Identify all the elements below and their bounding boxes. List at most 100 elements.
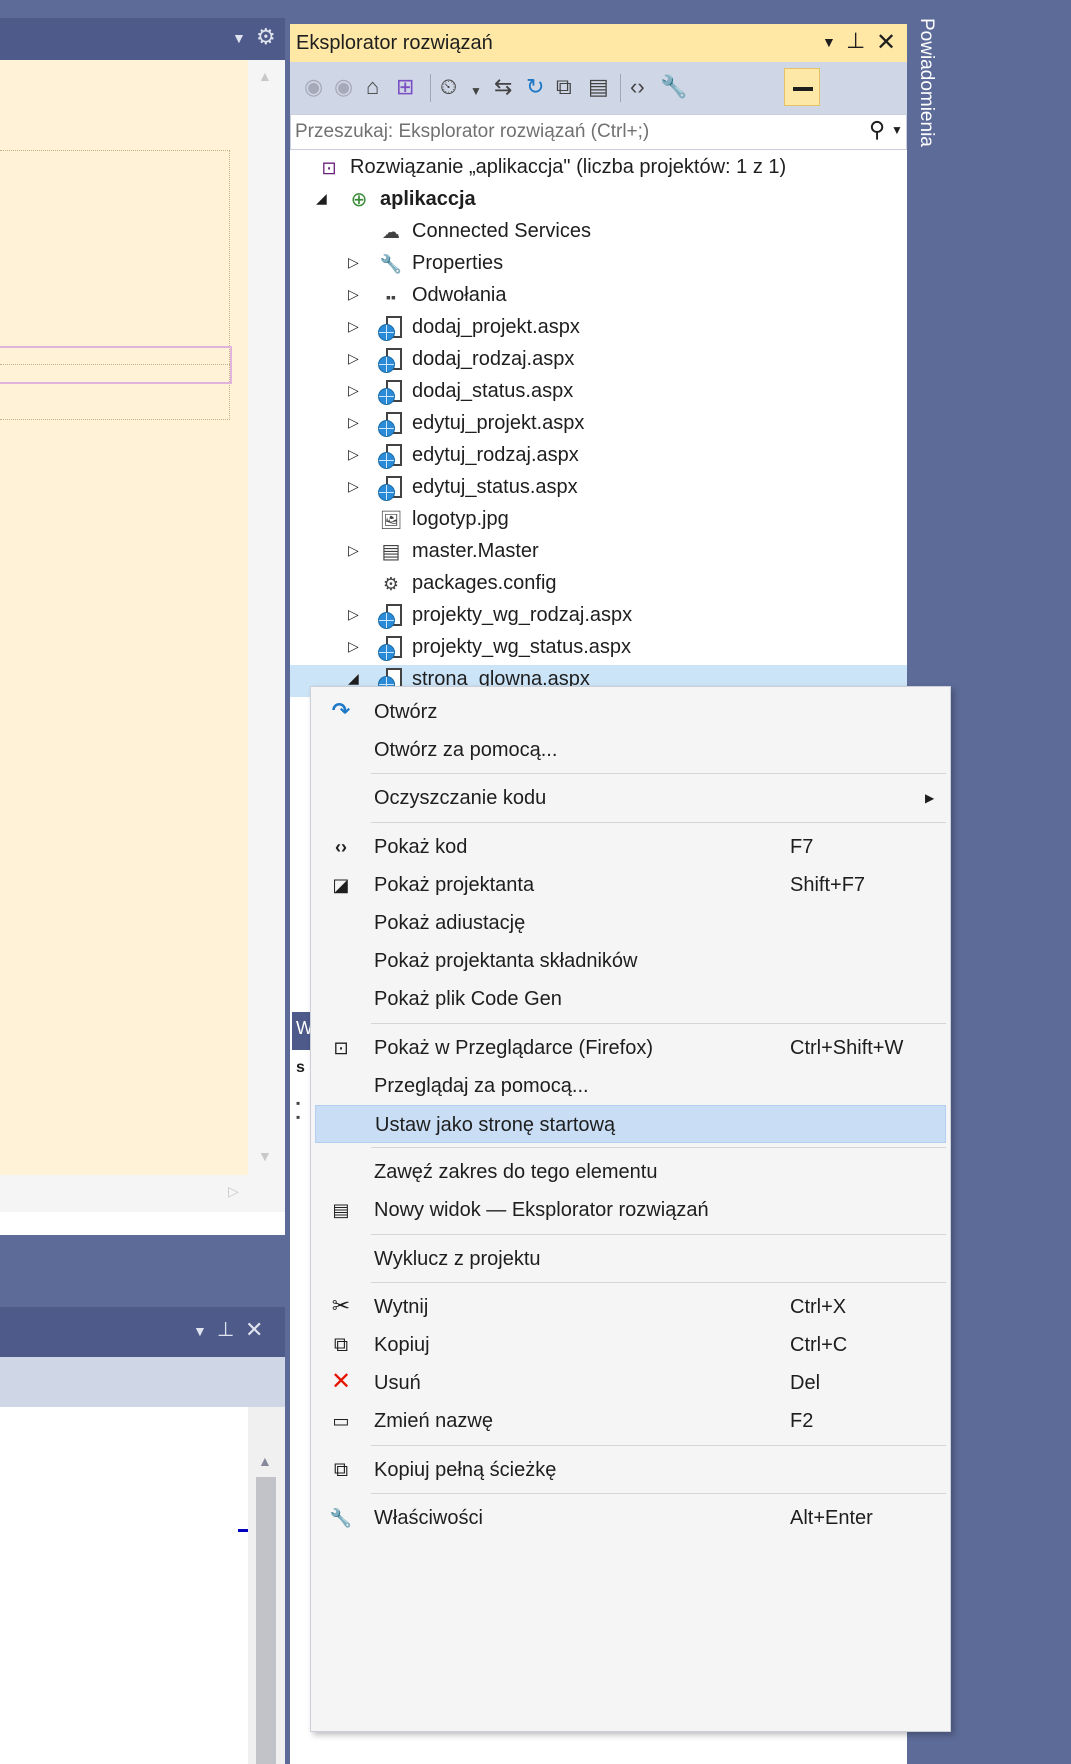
collapsed-arrow-icon[interactable]: ▷ <box>348 286 359 303</box>
menu-item[interactable]: Otwórz za pomocą... <box>315 731 946 769</box>
tree-node[interactable]: ▷ projekty_wg_rodzaj.aspx <box>290 601 907 633</box>
aspx-file-icon <box>378 443 404 469</box>
tree-node-label: edytuj_rodzaj.aspx <box>412 444 579 466</box>
tree-node[interactable]: ☁ Connected Services <box>290 217 907 249</box>
expanded-arrow-icon[interactable]: ◢ <box>316 190 327 207</box>
dropdown-arrow-icon[interactable]: ▼ <box>232 30 246 46</box>
tree-node[interactable]: ▷ dodaj_rodzaj.aspx <box>290 345 907 377</box>
designer-vertical-scrollbar[interactable]: ▲ ▼ <box>248 60 285 1175</box>
menu-item[interactable]: Pokaż plik Code Gen <box>315 980 946 1018</box>
menu-item[interactable]: ⧉ Kopiuj pełną ścieżkę <box>315 1451 946 1489</box>
switch-views-icon[interactable]: ⊞ <box>396 72 414 102</box>
menu-item[interactable]: Przeglądaj za pomocą... <box>315 1067 946 1105</box>
scrollbar-thumb[interactable] <box>256 1477 276 1764</box>
menu-item[interactable]: Pokaż projektanta składników <box>315 942 946 980</box>
dropdown-arrow-icon[interactable]: ▼ <box>822 34 836 50</box>
menu-separator <box>371 1022 946 1024</box>
collapsed-arrow-icon[interactable]: ▷ <box>348 478 359 495</box>
designer-surface[interactable] <box>0 60 248 1175</box>
scissors-icon: ✂ <box>331 1292 351 1318</box>
scroll-up-arrow-icon[interactable]: ▲ <box>258 68 272 84</box>
menu-item[interactable]: ↷ Otwórz <box>315 693 946 731</box>
expanded-arrow-icon[interactable]: ◢ <box>348 670 359 687</box>
pin-icon[interactable]: ⊥ <box>846 28 865 54</box>
menu-item[interactable]: Pokaż adiustację <box>315 904 946 942</box>
pin-icon[interactable]: ⊥ <box>217 1317 234 1342</box>
tree-node[interactable]: 🖼 logotyp.jpg <box>290 505 907 537</box>
bottom-panel-scrollbar[interactable]: ▲ <box>248 1407 285 1764</box>
scroll-down-arrow-icon[interactable]: ▼ <box>258 1148 272 1164</box>
tree-node-label: Rozwiązanie „aplikaccja" (liczba projekt… <box>350 156 787 178</box>
refresh-icon[interactable]: ↻ <box>526 72 544 102</box>
collapsed-arrow-icon[interactable]: ▷ <box>348 318 359 335</box>
collapsed-arrow-icon[interactable]: ▷ <box>348 350 359 367</box>
tree-node[interactable]: ▷ ▤ master.Master <box>290 537 907 569</box>
search-icon[interactable]: ⚲ <box>869 117 885 143</box>
new-view-icon: ▤ <box>332 1200 350 1221</box>
designer-panel: ▼ ⚙ ▲ ▼ ▷ ▼ ⊥ ✕ ▲ <box>0 0 285 1764</box>
forward-icon[interactable]: ◉ <box>334 72 353 102</box>
tree-node-label: Properties <box>412 252 504 274</box>
wrench-icon[interactable]: 🔧 <box>660 72 687 102</box>
tree-node[interactable]: ◢ ⊕ aplikaccja <box>290 185 907 217</box>
tree-node[interactable]: ⚙ packages.config <box>290 569 907 601</box>
search-options-arrow-icon[interactable]: ▼ <box>891 123 903 137</box>
connected-services-icon: ☁ <box>382 222 400 242</box>
gear-icon[interactable]: ⚙ <box>256 24 276 50</box>
menu-item-label: Pokaż kod <box>374 835 468 858</box>
menu-item[interactable]: ◪ Pokaż projektanta Shift+F7 <box>315 866 946 904</box>
scroll-right-arrow-icon[interactable]: ▷ <box>228 1183 239 1200</box>
dropdown-arrow-icon[interactable]: ▼ <box>193 1323 207 1339</box>
collapsed-arrow-icon[interactable]: ▷ <box>348 254 359 271</box>
pending-changes-filter-icon[interactable]: ⏲ <box>440 72 457 102</box>
close-icon[interactable]: ✕ <box>876 28 896 57</box>
menu-item[interactable]: Wyklucz z projektu <box>315 1240 946 1278</box>
scroll-up-arrow-icon[interactable]: ▲ <box>258 1453 272 1469</box>
search-input[interactable] <box>295 119 835 145</box>
menu-item[interactable]: ▭ Zmień nazwę F2 <box>315 1402 946 1440</box>
menu-item[interactable]: ‹› Pokaż kod F7 <box>315 828 946 866</box>
tree-node[interactable]: ▷ dodaj_projekt.aspx <box>290 313 907 345</box>
menu-item[interactable]: ✂ Wytnij Ctrl+X <box>315 1288 946 1326</box>
designer-titlebar: ▼ ⚙ <box>0 18 285 60</box>
menu-item[interactable]: Oczyszczanie kodu ▶ <box>315 779 946 817</box>
tree-node[interactable]: ▷ edytuj_status.aspx <box>290 473 907 505</box>
solution-explorer-search[interactable]: ⚲ ▼ <box>290 114 907 150</box>
view-code-icon[interactable]: ‹› <box>630 72 645 102</box>
menu-item[interactable]: Zawęź zakres do tego elementu <box>315 1153 946 1191</box>
tree-node[interactable]: ▷ edytuj_projekt.aspx <box>290 409 907 441</box>
tree-node[interactable]: ▷ dodaj_status.aspx <box>290 377 907 409</box>
menu-item[interactable]: ✕ Usuń Del <box>315 1364 946 1402</box>
collapse-all-icon[interactable]: ⧉ <box>556 72 572 102</box>
menu-item[interactable]: 🔧 Właściwości Alt+Enter <box>315 1499 946 1537</box>
home-icon[interactable]: ⌂ <box>366 72 379 102</box>
sync-with-document-icon[interactable]: ⇆ <box>494 72 512 102</box>
menu-item[interactable]: Ustaw jako stronę startową <box>315 1105 946 1143</box>
tree-node[interactable]: ▷ ▪▪ Odwołania <box>290 281 907 313</box>
tree-node[interactable]: ▷ 🔧 Properties <box>290 249 907 281</box>
show-all-files-icon[interactable]: ▤ <box>588 72 609 102</box>
menu-item-shortcut: Ctrl+X <box>790 1295 847 1318</box>
preview-selected-items-icon[interactable] <box>784 68 820 106</box>
menu-item[interactable]: ⊡ Pokaż w Przeglądarce (Firefox) Ctrl+Shif… <box>315 1029 946 1067</box>
close-icon[interactable]: ✕ <box>245 1317 263 1343</box>
menu-separator <box>371 1444 946 1446</box>
designer-horizontal-scrollbar[interactable]: ▷ <box>0 1175 285 1212</box>
tree-node[interactable]: ⊡ Rozwiązanie „aplikaccja" (liczba projek… <box>290 153 907 185</box>
collapsed-arrow-icon[interactable]: ▷ <box>348 446 359 463</box>
tree-node[interactable]: ▷ edytuj_rodzaj.aspx <box>290 441 907 473</box>
menu-item[interactable]: ⧉ Kopiuj Ctrl+C <box>315 1326 946 1364</box>
collapsed-arrow-icon[interactable]: ▷ <box>348 382 359 399</box>
notifications-tab-label[interactable]: Powiadomienia <box>915 18 937 147</box>
menu-item-label: Przeglądaj za pomocą... <box>374 1074 589 1097</box>
menu-item[interactable]: ▤ Nowy widok — Eksplorator rozwiązań <box>315 1191 946 1229</box>
dropdown-arrow-icon[interactable]: ▼ <box>470 76 482 106</box>
collapsed-arrow-icon[interactable]: ▷ <box>348 542 359 559</box>
collapsed-arrow-icon[interactable]: ▷ <box>348 638 359 655</box>
collapsed-arrow-icon[interactable]: ▷ <box>348 414 359 431</box>
collapsed-arrow-icon[interactable]: ▷ <box>348 606 359 623</box>
designer-selected-element[interactable] <box>0 346 232 384</box>
tree-node[interactable]: ▷ projekty_wg_status.aspx <box>290 633 907 665</box>
back-icon[interactable]: ◉ <box>304 72 323 102</box>
menu-item-shortcut: Alt+Enter <box>790 1506 873 1529</box>
